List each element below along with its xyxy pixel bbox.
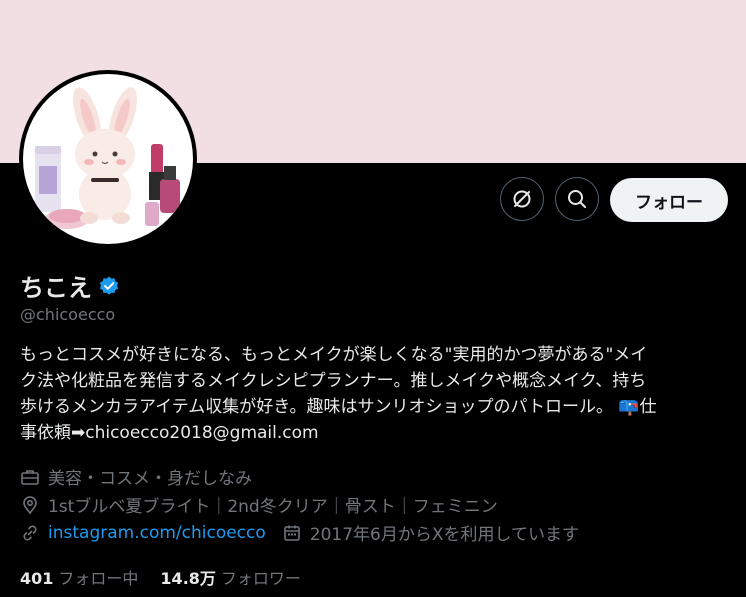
verified-badge-icon[interactable] [98, 275, 120, 297]
link-icon [23, 525, 37, 540]
following-stat[interactable]: 401 フォロー中 [20, 565, 138, 589]
avatar[interactable] [19, 70, 197, 248]
search-icon [568, 190, 586, 208]
following-count: 401 [20, 569, 54, 588]
followers-count: 14.8万 [160, 569, 216, 588]
search-button[interactable] [555, 177, 599, 221]
link-row: instagram.com/chicoecco 2017年6月からXを利用してい… [20, 520, 579, 545]
category-text: 美容・コスメ・身だしなみ [48, 469, 252, 489]
followers-stat[interactable]: 14.8万 フォロワー [160, 565, 301, 589]
name-row: ちこえ [20, 268, 120, 303]
following-label: フォロー中 [58, 569, 139, 588]
profile-bio: もっとコスメが好きになる、もっとメイクが楽しくなる"実用的かつ夢がある"メイ ク… [20, 342, 732, 446]
followers-label: フォロワー [220, 569, 301, 588]
bio-line: 歩けるメンカラアイテム収集が好き。趣味はサンリオショップのパトロール。 📪仕 [20, 397, 657, 417]
location-row: 1stブルベ夏ブライト｜2nd冬クリア｜骨スト｜フェミニン [20, 492, 498, 517]
handle: @chicoecco [20, 305, 116, 324]
calendar-icon [283, 525, 300, 541]
display-name: ちこえ [20, 274, 92, 302]
briefcase-icon [21, 469, 39, 485]
avatar-image [23, 74, 193, 244]
profile-stats: 401 フォロー中 14.8万 フォロワー [20, 565, 301, 589]
grok-icon [513, 190, 531, 208]
bio-line: ク法や化粧品を発信するメイクレシピプランナー。推しメイクや概念メイク、持ち [20, 371, 647, 391]
joined-text: 2017年6月からXを利用しています [309, 525, 579, 545]
bio-line: 事依頼➡chicoecco2018@gmail.com [20, 423, 319, 443]
bio-line: もっとコスメが好きになる、もっとメイクが楽しくなる"実用的かつ夢がある"メイ [20, 345, 648, 365]
grok-button[interactable] [500, 177, 544, 221]
website-link[interactable]: instagram.com/chicoecco [48, 523, 266, 543]
location-pin-icon [23, 495, 37, 514]
follow-button[interactable]: フォロー [610, 178, 728, 222]
category-row: 美容・コスメ・身だしなみ [20, 464, 252, 489]
location-text: 1stブルベ夏ブライト｜2nd冬クリア｜骨スト｜フェミニン [48, 497, 498, 517]
